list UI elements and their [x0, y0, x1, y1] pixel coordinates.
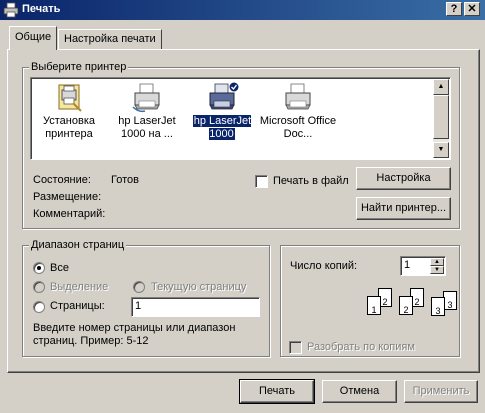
printer-app-icon	[3, 2, 19, 18]
printer-item-label: Microsoft Office Doc...	[259, 115, 337, 140]
cancel-button-label: Отмена	[339, 385, 380, 397]
help-button[interactable]: ?	[446, 2, 462, 16]
collate-page: 1	[367, 296, 381, 315]
tab-print-settings[interactable]: Настройка печати	[58, 29, 162, 49]
find-printer-button[interactable]: Найти принтер...	[356, 197, 451, 220]
apply-button-label: Применить	[412, 385, 470, 397]
status-label: Состояние:	[33, 174, 91, 186]
add-printer-icon	[58, 84, 82, 112]
printer-item-label: hp LaserJet 1000 на ...	[118, 115, 176, 140]
pages-input[interactable]: 1	[131, 297, 260, 317]
page-range-hint: Введите номер страницы или диапазон стра…	[33, 322, 236, 347]
tab-general-label: Общие	[15, 31, 52, 43]
collate-label[interactable]: Разобрать по копиям	[307, 341, 415, 353]
printer-group-legend: Выберите принтер	[29, 61, 129, 73]
printer-icon	[285, 83, 311, 110]
copies-down-icon[interactable]: ▼	[430, 266, 444, 274]
close-button[interactable]: ✕	[464, 2, 480, 16]
page-range-all-radio[interactable]	[33, 262, 45, 274]
printer-settings-button[interactable]: Настройка	[356, 167, 451, 190]
apply-button[interactable]: Применить	[404, 380, 478, 403]
scroll-thumb[interactable]	[433, 95, 449, 139]
comment-label: Комментарий:	[33, 208, 106, 220]
print-button[interactable]: Печать	[239, 379, 315, 404]
print-to-file-checkbox[interactable]	[255, 175, 268, 188]
page-range-pages-label[interactable]: Страницы:	[50, 300, 105, 312]
collate-page: 3	[431, 297, 445, 316]
copies-up-icon[interactable]: ▲	[430, 258, 444, 266]
pages-input-value: 1	[135, 300, 142, 312]
tab-print-settings-label: Настройка печати	[64, 33, 156, 45]
tab-general[interactable]: Общие	[9, 26, 57, 50]
copies-label: Число копий:	[290, 260, 358, 272]
cancel-button[interactable]: Отмена	[322, 380, 397, 403]
window-title: Печать	[22, 3, 61, 15]
page-range-selection-radio[interactable]	[33, 281, 45, 293]
printer-settings-label: Настройка	[376, 172, 431, 184]
print-button-label: Печать	[258, 385, 296, 397]
collate-page: 2	[399, 296, 413, 315]
print-to-file-label[interactable]: Печать в файл	[273, 175, 349, 187]
default-printer-icon	[209, 81, 240, 110]
page-range-current-radio[interactable]	[133, 281, 145, 293]
page-range-selection-label[interactable]: Выделение	[50, 281, 108, 293]
title-bar: Печать ? ✕	[0, 0, 485, 20]
location-label: Размещение:	[33, 191, 102, 203]
scroll-up-icon[interactable]: ▲	[433, 79, 449, 95]
page-range-current-label[interactable]: Текущую страницу	[151, 281, 246, 293]
printer-item-label: Установка принтера	[43, 115, 95, 140]
copies-value: 1	[404, 259, 411, 271]
find-printer-label: Найти принтер...	[360, 202, 447, 214]
collate-page: 3	[443, 291, 457, 310]
page-range-all-label[interactable]: Все	[50, 262, 69, 274]
page-range-pages-radio[interactable]	[33, 301, 45, 313]
collate-checkbox[interactable]	[289, 341, 302, 354]
printer-list-scrollbar[interactable]: ▲ ▼	[433, 79, 449, 158]
printer-item-label: hp LaserJet 1000	[192, 115, 252, 140]
status-value: Готов	[111, 174, 139, 186]
page-range-legend: Диапазон страниц	[29, 239, 127, 251]
printer-icon	[132, 83, 160, 113]
scroll-down-icon[interactable]: ▼	[433, 142, 449, 158]
